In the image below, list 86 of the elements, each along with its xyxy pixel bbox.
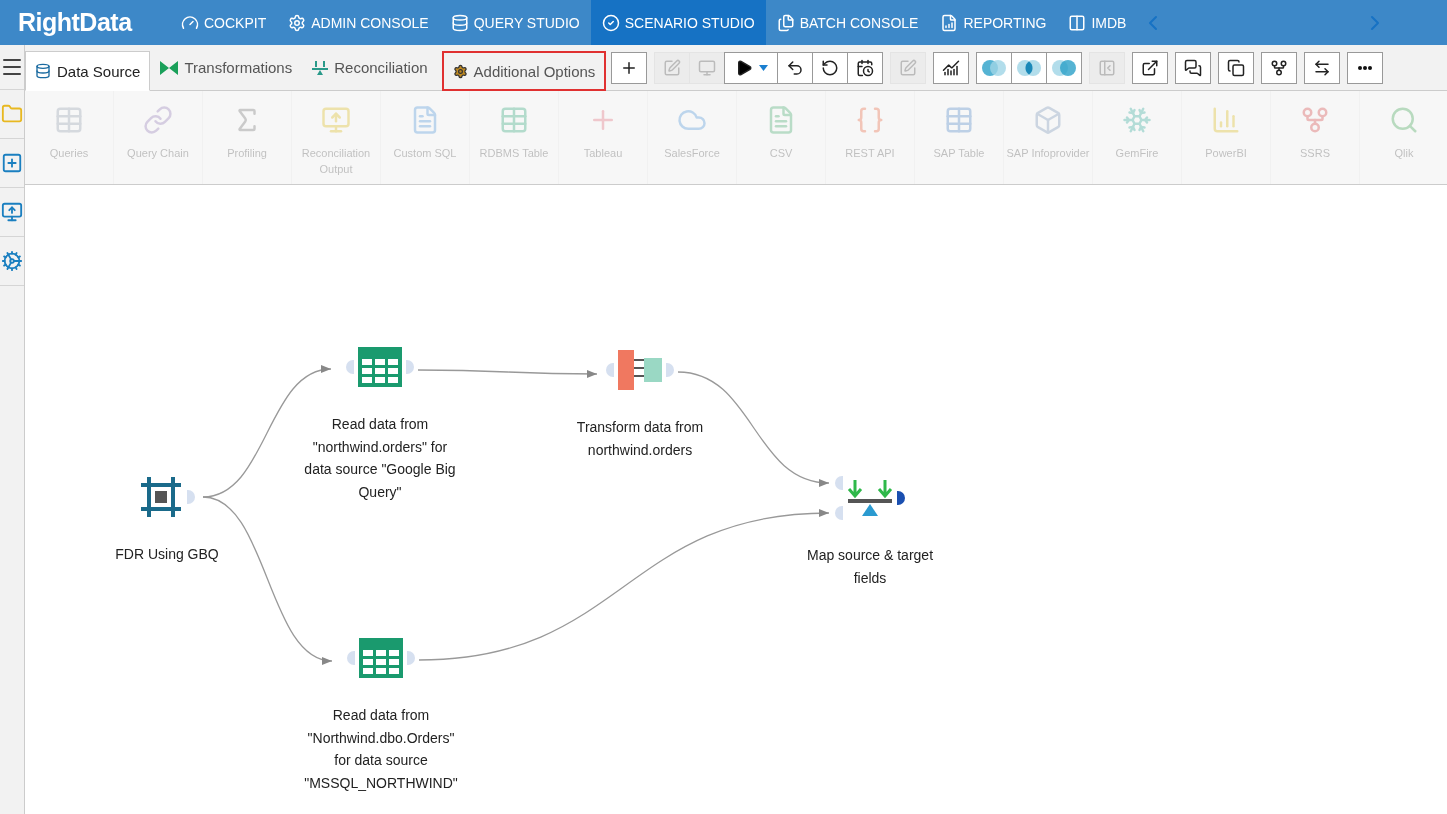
flow-button[interactable]	[1261, 51, 1298, 84]
report-icon	[940, 13, 959, 32]
nav-item[interactable]: BATCH CONSOLE	[765, 0, 930, 45]
cube-icon	[1033, 105, 1063, 135]
frame-icon	[139, 475, 183, 519]
flow-icon	[1270, 58, 1289, 77]
gear-icon	[288, 13, 307, 32]
gauge-icon	[181, 13, 199, 32]
edit-icon	[899, 58, 918, 77]
tab[interactable]: Transformations	[150, 49, 303, 86]
settings-icon[interactable]	[1, 250, 23, 272]
table-icon	[499, 105, 529, 135]
history-button[interactable]	[812, 51, 849, 84]
chain-icon	[143, 105, 173, 135]
venn-diagram-icon	[980, 58, 1009, 77]
export-icon	[1141, 58, 1160, 77]
input-port[interactable]	[347, 651, 355, 665]
run-button[interactable]	[724, 51, 779, 84]
undo-button[interactable]	[777, 51, 814, 84]
node-label: Read data from "northwind.orders" for data source "Google Big Query"	[303, 415, 457, 502]
add-source-icon[interactable]	[1, 152, 23, 174]
ssrs-icon	[1300, 105, 1330, 135]
undo-icon	[786, 58, 805, 77]
node-label: Read data from "Northwind.dbo.Orders" for data source "MSSQL_NORTHWIND"	[303, 706, 459, 793]
node-label: Transform data from northwind.orders	[575, 418, 705, 460]
collapse-icon	[1098, 58, 1117, 77]
input-port[interactable]	[606, 363, 614, 377]
files-icon	[776, 13, 795, 32]
more-button[interactable]	[1347, 51, 1384, 84]
edit-icon	[663, 58, 682, 77]
comment-icon	[1184, 58, 1203, 77]
tab[interactable]: Additional Options	[441, 51, 607, 91]
copy-icon	[1227, 58, 1246, 77]
powerbi-icon	[1211, 105, 1241, 135]
chart-icon	[942, 58, 961, 77]
recon-icon	[321, 105, 351, 135]
balance-icon	[847, 478, 893, 518]
gear-icon	[452, 63, 468, 79]
venn-diagram-icon	[1050, 58, 1079, 77]
export-button[interactable]	[1132, 51, 1169, 84]
input-port[interactable]	[346, 360, 354, 374]
node-label: FDR Using GBQ	[114, 545, 220, 564]
compare-icon	[1313, 58, 1332, 77]
sap-icon	[944, 105, 974, 135]
input-port[interactable]	[835, 476, 843, 490]
nav-item[interactable]: ADMIN CONSOLE	[277, 0, 440, 45]
chart-button[interactable]	[933, 51, 970, 84]
tab[interactable]: Data Source	[25, 51, 151, 91]
gemfire-icon	[1122, 105, 1152, 135]
output-port[interactable]	[897, 491, 905, 505]
venn-right-button[interactable]	[1046, 51, 1083, 84]
table-icon	[358, 347, 402, 387]
history-icon	[821, 58, 840, 77]
input-port[interactable]	[835, 506, 843, 520]
compare-button[interactable]	[1304, 51, 1341, 84]
caret-icon	[758, 64, 768, 71]
venn-left-button[interactable]	[976, 51, 1013, 84]
tab[interactable]: Reconciliation	[302, 49, 438, 86]
nav-item[interactable]: REPORTING	[929, 0, 1058, 45]
rest-icon	[855, 105, 885, 135]
copy-button[interactable]	[1218, 51, 1255, 84]
columns-icon	[1068, 13, 1087, 32]
queries-icon	[54, 105, 84, 135]
schedule-icon	[856, 58, 875, 77]
schedule-button[interactable]	[847, 51, 884, 84]
balance-icon	[312, 60, 329, 75]
venn-inner-button[interactable]	[1011, 51, 1048, 84]
node-label: Map source & target fields	[805, 546, 935, 588]
monitor-icon[interactable]	[1, 201, 23, 223]
nav-item[interactable]: SCENARIO STUDIO	[590, 0, 766, 45]
comment-button[interactable]	[1175, 51, 1212, 84]
database-icon	[35, 63, 51, 79]
nav-item[interactable]: IMDB	[1057, 0, 1138, 45]
venn-diagram-icon	[1015, 58, 1044, 77]
add-button[interactable]	[611, 51, 648, 84]
scenario-icon	[601, 13, 620, 32]
database-icon	[450, 13, 469, 32]
app-logo[interactable]: RightData	[18, 0, 170, 45]
nav-item[interactable]: QUERY STUDIO	[439, 0, 591, 45]
nav-item[interactable]: COCKPIT	[170, 0, 278, 45]
monitor-icon	[698, 58, 717, 77]
table-icon	[359, 638, 403, 678]
qlik-icon	[1389, 105, 1419, 135]
transform-icon	[618, 350, 662, 390]
more-icon	[1358, 65, 1373, 70]
bowtie-icon	[160, 60, 179, 75]
